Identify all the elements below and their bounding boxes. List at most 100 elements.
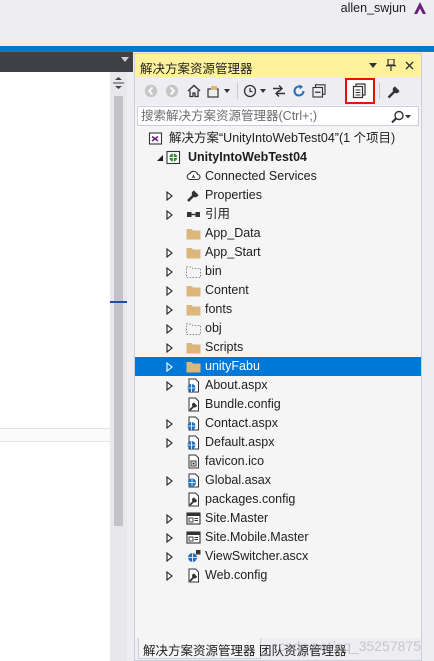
close-icon[interactable] [401,57,417,73]
search-input[interactable] [141,108,381,124]
solution-explorer-panel: 解决方案资源管理器 搜索解决方案资源管理器(Ctrl+;) 解决方案“Unity… [134,53,422,661]
folder-icon [185,301,201,317]
connected-services-icon [185,168,201,184]
tree-item[interactable]: Site.Mobile.Master [135,528,421,547]
document-area [0,52,133,661]
tree-item[interactable]: unityFabu [135,357,421,376]
tree-item[interactable]: ViewSwitcher.ascx [135,547,421,566]
tree-item[interactable]: bin [135,262,421,281]
tree-item[interactable]: UnityIntoWebTest04 [135,148,421,167]
aspx-page-icon [185,434,201,450]
collapsed-arrow-icon[interactable] [163,509,175,528]
collapsed-arrow-icon[interactable] [163,205,175,224]
collapsed-arrow-icon[interactable] [163,357,175,376]
collapsed-arrow-icon[interactable] [163,300,175,319]
scrollbar-caret-marker [110,301,127,303]
back-icon[interactable] [143,82,159,100]
folder-icon [185,244,201,260]
tree-item[interactable]: Bundle.config [135,395,421,414]
tree-item[interactable]: Global.asax [135,471,421,490]
auto-hide-pin-icon[interactable] [383,57,399,73]
collapsed-arrow-icon[interactable] [163,433,175,452]
global-asax-icon [185,472,201,488]
tree-item-label: Site.Mobile.Master [205,530,309,544]
tree-item-label: packages.config [205,492,296,506]
tree-item[interactable]: Contact.aspx [135,414,421,433]
tree-item-label: About.aspx [205,378,268,392]
master-page-icon [185,529,201,545]
switch-views-icon[interactable] [207,82,231,100]
tree-item[interactable]: packages.config [135,490,421,509]
tree-item[interactable]: App_Start [135,243,421,262]
panel-toolbar [135,77,421,105]
title-bar: allen_swjun [0,0,434,46]
tree-item[interactable]: Connected Services [135,167,421,186]
tree-item[interactable]: Properties [135,186,421,205]
properties-icon[interactable] [385,82,403,100]
collapsed-arrow-icon[interactable] [163,376,175,395]
search-icon[interactable] [390,109,412,124]
collapsed-arrow-icon[interactable] [163,243,175,262]
tree-item-label: 解决方案“UnityIntoWebTest04”(1 个项目) [169,131,396,145]
tree-item[interactable]: Default.aspx [135,433,421,452]
tree-item-label: fonts [205,302,233,316]
tree-item[interactable]: 引用 [135,205,421,224]
tree-item-label: ViewSwitcher.ascx [205,549,309,563]
hidden-folder-icon [185,320,201,336]
split-window-icon[interactable] [110,75,127,91]
panel-title-bar[interactable]: 解决方案资源管理器 [135,54,421,77]
tree-item[interactable]: Content [135,281,421,300]
tree-item[interactable]: 解决方案“UnityIntoWebTest04”(1 个项目) [135,129,421,148]
show-all-files-icon [352,83,366,99]
user-control-icon [185,548,201,564]
window-position-dropdown-icon[interactable] [365,57,381,73]
collapsed-arrow-icon[interactable] [163,262,175,281]
user-name[interactable]: allen_swjun [341,1,406,15]
tree-item[interactable]: App_Data [135,224,421,243]
watermark: csdn.net/qq_35257875 [278,638,421,654]
panel-splitter [127,72,133,661]
wrench-icon [185,187,201,203]
scrollbar-thumb[interactable] [114,96,123,526]
collapsed-arrow-icon[interactable] [163,547,175,566]
collapsed-arrow-icon[interactable] [163,566,175,585]
tree-item-label: Global.asax [205,473,272,487]
pending-changes-filter-icon[interactable] [243,82,267,100]
solution-tree[interactable]: 解决方案“UnityIntoWebTest04”(1 个项目) UnityInto… [135,129,421,637]
tree-item[interactable]: fonts [135,300,421,319]
tab-solution-explorer[interactable]: 解决方案资源管理器 [138,638,261,659]
web-project-icon [165,149,181,165]
tree-item[interactable]: favicon.ico [135,452,421,471]
tree-item[interactable]: About.aspx [135,376,421,395]
search-box[interactable] [137,106,419,126]
toolbar-separator [379,83,380,99]
tree-item-label: Default.aspx [205,435,275,449]
collapsed-arrow-icon[interactable] [163,186,175,205]
panel-title: 解决方案资源管理器 [140,62,253,76]
tree-item[interactable]: Web.config [135,566,421,585]
collapsed-arrow-icon[interactable] [163,319,175,338]
sync-with-active-document-icon[interactable] [271,82,287,100]
tree-item[interactable]: Site.Master [135,509,421,528]
tab-dropdown-icon[interactable] [121,57,129,62]
collapsed-arrow-icon[interactable] [163,281,175,300]
show-all-files-button[interactable] [345,78,375,104]
home-icon[interactable] [186,82,202,100]
collapsed-arrow-icon[interactable] [163,471,175,490]
code-editor[interactable] [0,72,110,661]
collapse-all-icon[interactable] [311,82,327,100]
collapsed-arrow-icon[interactable] [163,338,175,357]
account-badge-icon[interactable] [412,0,428,16]
tree-item-label: bin [205,264,222,278]
collapsed-arrow-icon[interactable] [163,528,175,547]
editor-vertical-scrollbar[interactable] [110,72,127,661]
collapsed-arrow-icon[interactable] [163,414,175,433]
tree-item[interactable]: obj [135,319,421,338]
tree-item-label: Connected Services [205,169,317,183]
refresh-icon[interactable] [291,82,307,100]
config-file-icon [185,491,201,507]
forward-icon[interactable] [164,82,180,100]
tree-item-label: favicon.ico [205,454,265,468]
tree-item[interactable]: Scripts [135,338,421,357]
tree-item-label: obj [205,321,222,335]
